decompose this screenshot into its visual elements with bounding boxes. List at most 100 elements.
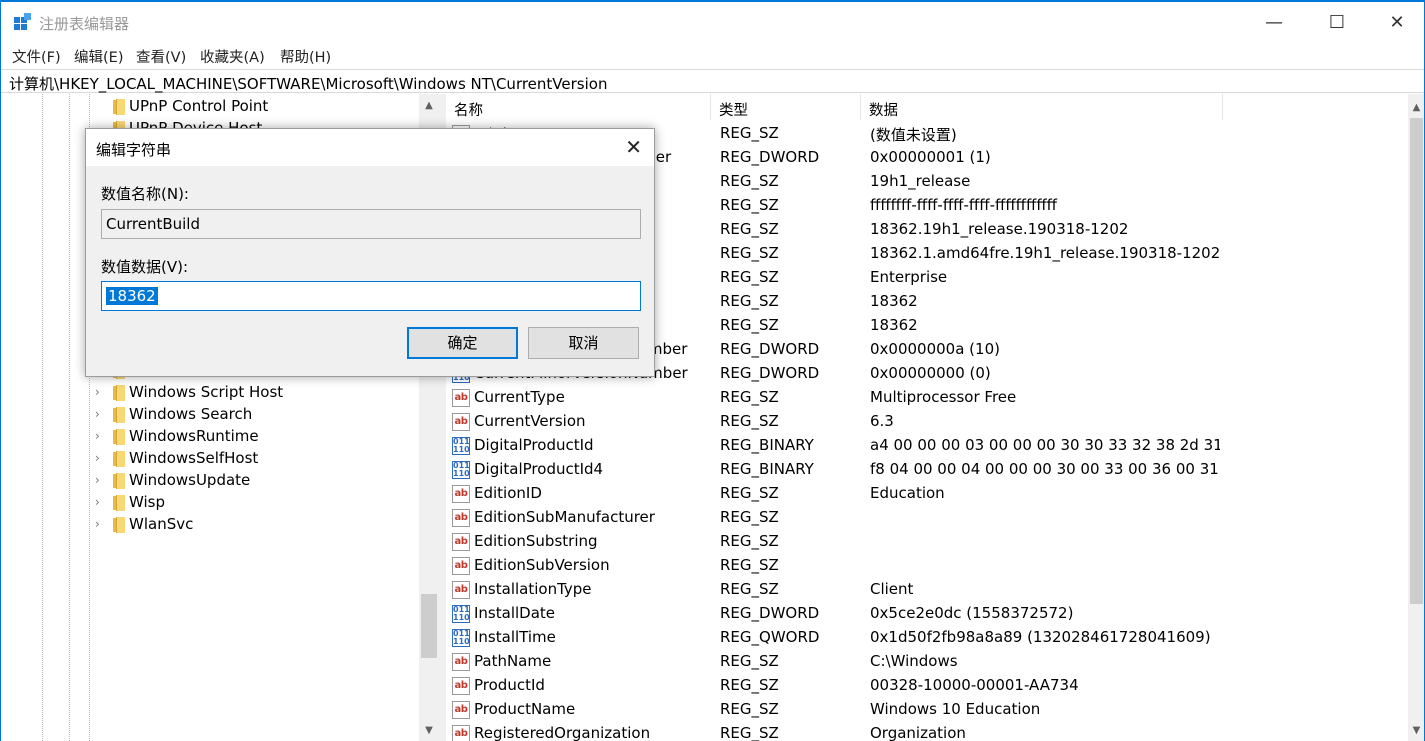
value-row[interactable]: ab ProductName REG_SZ Windows 10 Education bbox=[446, 698, 1408, 722]
value-data: 6.3 bbox=[870, 412, 894, 430]
value-type: REG_SZ bbox=[720, 676, 779, 694]
cancel-button[interactable]: 取消 bbox=[528, 327, 639, 359]
tree-scroll-thumb[interactable] bbox=[421, 594, 437, 658]
value-data-text: 18362 bbox=[106, 287, 158, 305]
value-row[interactable]: ab EditionSubVersion REG_SZ bbox=[446, 554, 1408, 578]
string-value-icon: ab bbox=[452, 509, 470, 527]
string-value-icon: ab bbox=[452, 701, 470, 719]
value-row[interactable]: ab RegisteredOrganization REG_SZ Organizati… bbox=[446, 722, 1408, 741]
folder-icon bbox=[111, 495, 125, 511]
value-row[interactable]: 011 110 DigitalProductId4 REG_BINARY f8 04 … bbox=[446, 458, 1408, 482]
close-button[interactable]: ✕ bbox=[1374, 2, 1420, 42]
value-type: REG_SZ bbox=[720, 556, 779, 574]
menu-edit[interactable]: 编辑(E) bbox=[74, 46, 123, 67]
value-row[interactable]: ab ProductId REG_SZ 00328-10000-00001-AA734 bbox=[446, 674, 1408, 698]
chevron-right-icon[interactable]: › bbox=[95, 385, 107, 401]
chevron-right-icon[interactable]: › bbox=[95, 451, 107, 467]
tree-item[interactable]: › Wisp bbox=[1, 492, 421, 514]
list-header: 名称 类型 数据 bbox=[446, 94, 1408, 120]
folder-icon bbox=[111, 99, 125, 115]
values-scroll-thumb[interactable] bbox=[1410, 118, 1423, 604]
folder-icon bbox=[111, 429, 125, 445]
tree-item[interactable]: › WindowsRuntime bbox=[1, 426, 421, 448]
value-row[interactable]: ab EditionID REG_SZ Education bbox=[446, 482, 1408, 506]
tree-item[interactable]: › WindowsSelfHost bbox=[1, 448, 421, 470]
string-value-icon: ab bbox=[452, 557, 470, 575]
tree-item[interactable]: › Windows Search bbox=[1, 404, 421, 426]
value-row[interactable]: ab EditionSubstring REG_SZ bbox=[446, 530, 1408, 554]
close-icon: ✕ bbox=[625, 135, 642, 159]
string-value-icon: ab bbox=[452, 389, 470, 407]
minimize-button[interactable]: — bbox=[1251, 2, 1297, 42]
value-row[interactable]: 011 110 DigitalProductId REG_BINARY a4 00 0… bbox=[446, 434, 1408, 458]
value-data: C:\Windows bbox=[870, 652, 958, 670]
scroll-up-icon[interactable]: ▲ bbox=[419, 96, 439, 114]
chevron-right-icon[interactable]: › bbox=[95, 407, 107, 423]
chevron-right-icon[interactable]: › bbox=[95, 495, 107, 511]
tree-item[interactable]: › WlanSvc bbox=[1, 514, 421, 536]
value-type: REG_SZ bbox=[720, 244, 779, 262]
menu-bar: 文件(F) 编辑(E) 查看(V) 收藏夹(A) 帮助(H) bbox=[1, 42, 1424, 68]
menu-help[interactable]: 帮助(H) bbox=[280, 46, 331, 67]
value-data: Enterprise bbox=[870, 268, 948, 286]
maximize-button[interactable]: ☐ bbox=[1314, 2, 1360, 42]
value-data: 0x00000001 (1) bbox=[870, 148, 991, 166]
menu-view[interactable]: 查看(V) bbox=[136, 46, 186, 67]
address-bar[interactable]: 计算机\HKEY_LOCAL_MACHINE\SOFTWARE\Microsof… bbox=[1, 69, 1424, 93]
tree-item[interactable]: › Windows Script Host bbox=[1, 382, 421, 404]
dialog-title-bar[interactable]: 编辑字符串 ✕ bbox=[86, 129, 654, 166]
value-data-field[interactable]: 18362 bbox=[101, 281, 641, 311]
binary-value-icon: 011 110 bbox=[452, 629, 470, 647]
value-name: CurrentType bbox=[474, 388, 565, 406]
value-name: CurrentVersion bbox=[474, 412, 586, 430]
chevron-right-icon[interactable]: › bbox=[95, 429, 107, 445]
scroll-up-icon[interactable]: ▲ bbox=[1408, 98, 1424, 116]
scroll-down-icon[interactable]: ▼ bbox=[419, 721, 439, 739]
tree-item-label: WlanSvc bbox=[129, 515, 194, 533]
binary-value-icon: 011 110 bbox=[452, 605, 470, 623]
value-data: Windows 10 Education bbox=[870, 700, 1041, 718]
value-data: f8 04 00 00 04 00 00 00 30 00 33 00 36 0… bbox=[870, 460, 1220, 478]
string-value-icon: ab bbox=[452, 581, 470, 599]
value-type: REG_SZ bbox=[720, 700, 779, 718]
title-bar[interactable]: 注册表编辑器 — ☐ ✕ bbox=[1, 2, 1424, 42]
value-data: a4 00 00 00 03 00 00 00 30 30 33 32 38 2… bbox=[870, 436, 1220, 454]
value-row[interactable]: 011 110 InstallTime REG_QWORD 0x1d50f2fb98a… bbox=[446, 626, 1408, 650]
chevron-right-icon[interactable]: › bbox=[95, 517, 107, 533]
values-scrollbar[interactable]: ▲ ▼ bbox=[1408, 94, 1424, 741]
value-row[interactable]: 011 110 InstallDate REG_DWORD 0x5ce2e0dc (1… bbox=[446, 602, 1408, 626]
tree-item[interactable]: › WindowsUpdate bbox=[1, 470, 421, 492]
chevron-right-icon[interactable]: › bbox=[95, 473, 107, 489]
value-type: REG_SZ bbox=[720, 532, 779, 550]
value-type: REG_SZ bbox=[720, 292, 779, 310]
value-data: 0x1d50f2fb98a8a89 (132028461728041609) bbox=[870, 628, 1211, 646]
value-name: EditionSubVersion bbox=[474, 556, 610, 574]
value-type: REG_SZ bbox=[720, 652, 779, 670]
menu-file[interactable]: 文件(F) bbox=[12, 46, 61, 67]
value-name: EditionSubstring bbox=[474, 532, 598, 550]
menu-favorites[interactable]: 收藏夹(A) bbox=[200, 46, 265, 67]
string-value-icon: ab bbox=[452, 725, 470, 741]
maximize-icon: ☐ bbox=[1328, 11, 1346, 33]
scroll-down-icon[interactable]: ▼ bbox=[1408, 721, 1424, 739]
binary-value-icon: 011 110 bbox=[452, 437, 470, 455]
ok-button[interactable]: 确定 bbox=[407, 327, 518, 359]
value-type: REG_SZ bbox=[720, 580, 779, 598]
column-data[interactable]: 数据 bbox=[861, 94, 1223, 120]
folder-icon bbox=[111, 517, 125, 533]
value-row[interactable]: ab InstallationType REG_SZ Client bbox=[446, 578, 1408, 602]
dialog-close-button[interactable]: ✕ bbox=[625, 135, 642, 159]
column-name[interactable]: 名称 bbox=[446, 94, 711, 120]
value-data: 18362.19h1_release.190318-1202 bbox=[870, 220, 1129, 238]
tree-item-label: Windows Search bbox=[129, 405, 253, 423]
value-row[interactable]: ab CurrentVersion REG_SZ 6.3 bbox=[446, 410, 1408, 434]
value-row[interactable]: ab PathName REG_SZ C:\Windows bbox=[446, 650, 1408, 674]
value-data: 0x00000000 (0) bbox=[870, 364, 991, 382]
address-path[interactable]: 计算机\HKEY_LOCAL_MACHINE\SOFTWARE\Microsof… bbox=[9, 73, 607, 94]
value-row[interactable]: ab CurrentType REG_SZ Multiprocessor Free bbox=[446, 386, 1408, 410]
value-data: 18362 bbox=[870, 316, 918, 334]
value-row[interactable]: ab EditionSubManufacturer REG_SZ bbox=[446, 506, 1408, 530]
value-type: REG_SZ bbox=[720, 508, 779, 526]
tree-item[interactable]: UPnP Control Point bbox=[1, 96, 421, 118]
column-type[interactable]: 类型 bbox=[711, 94, 861, 120]
